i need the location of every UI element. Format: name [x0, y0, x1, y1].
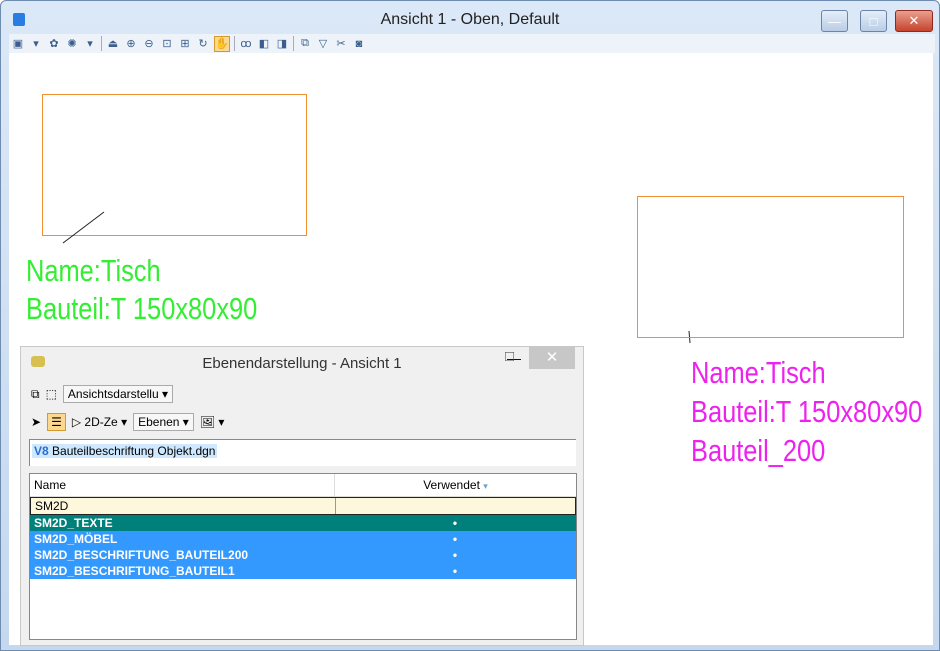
close-icon: ✕ [908, 13, 920, 28]
dialog-toolbar-row1: ⧉ ⬚ Ansichtsdarstellu ▾ [31, 385, 173, 403]
filter-dropdown[interactable]: Ebenen ▾ [133, 413, 194, 431]
view-attributes-icon[interactable]: ▣ [11, 37, 25, 51]
column-used[interactable]: Verwendet ▾ [335, 474, 576, 496]
level-name: SM2D_BESCHRIFTUNG_BAUTEIL1 [34, 564, 235, 578]
left-label-part: Bauteil:T 150x80x90 [26, 291, 258, 326]
levels-table: Name Verwendet ▾ SM2D SM2D_TEXTE • SM2D_M… [29, 473, 577, 640]
used-filter-input[interactable] [336, 498, 575, 514]
level-used: • [452, 532, 458, 546]
dropdown-icon[interactable]: ▾ [29, 37, 43, 51]
display-style-icon[interactable]: ✿ [47, 37, 61, 51]
table-row[interactable]: SM2D_BESCHRIFTUNG_BAUTEIL1 • [30, 563, 576, 579]
window-area-icon[interactable]: ⊡ [160, 37, 174, 51]
table-outline-right [637, 196, 904, 338]
view-display-value: Ansichtsdarstellu [67, 387, 159, 401]
level-used: • [452, 548, 458, 562]
dropdown-icon[interactable]: ▾ [83, 37, 97, 51]
right-label-part: Bauteil:T 150x80x90 [691, 394, 923, 429]
rotate-view-icon[interactable]: ↻ [196, 37, 210, 51]
filter-row[interactable]: SM2D [30, 497, 576, 515]
tree-view-icon[interactable]: ☰ [47, 413, 66, 431]
separator [234, 36, 235, 51]
dialog-maximize-button[interactable]: □ [505, 348, 514, 365]
clip-mask-icon[interactable]: ✂ [334, 37, 348, 51]
sort-icon: ▾ [483, 481, 488, 491]
dialog-close-button[interactable]: ✕ [529, 347, 575, 369]
window-title: Ansicht 1 - Oben, Default [380, 11, 560, 28]
maximize-button[interactable]: □ [860, 10, 887, 32]
select-view-icon[interactable]: ⬚ [46, 387, 57, 401]
view-toolbar: ▣ ▾ ✿ ✺ ▾ ⏏ ⊕ ⊖ ⊡ ⊞ ↻ ✋ ꝏ ◧ ◨ ⧉ ▽ ✂ ◙ [9, 34, 935, 53]
column-used-label: Verwendet [423, 478, 480, 492]
table-row[interactable]: SM2D_BESCHRIFTUNG_BAUTEIL200 • [30, 547, 576, 563]
view-group-icon[interactable]: ⧉ [31, 387, 40, 402]
walk-icon[interactable]: ꝏ [239, 37, 253, 51]
pan-hand-icon[interactable]: ✋ [214, 35, 230, 52]
select-levels-icon[interactable]: ➤ [31, 415, 41, 429]
copy-view-icon[interactable]: ⧉ [298, 37, 312, 51]
minimize-icon: — [828, 13, 841, 29]
level-used: • [452, 516, 458, 530]
mode-2d-dropdown[interactable]: ▷ 2D-Ze ▾ [72, 415, 127, 429]
right-label-part-number: Bauteil_200 [691, 433, 826, 468]
column-name[interactable]: Name [30, 474, 335, 496]
right-label-name: Name:Tisch [691, 355, 826, 390]
zoom-in-icon[interactable]: ⊕ [124, 37, 138, 51]
table-row[interactable]: SM2D_TEXTE • [30, 515, 576, 531]
lighting-icon[interactable]: ✺ [65, 37, 79, 51]
filter-value: Ebenen [138, 415, 180, 429]
separator [101, 36, 102, 51]
dialog-toolbar-row2: ➤ ☰ ▷ 2D-Ze ▾ Ebenen ▾ 🖼 ▾ [31, 413, 224, 431]
level-name: SM2D_MÖBEL [34, 532, 118, 546]
previous-view-icon[interactable]: ◧ [257, 37, 271, 51]
table-header: Name Verwendet ▾ [30, 474, 576, 497]
maximize-icon: □ [869, 13, 878, 29]
fit-view-icon[interactable]: ⊞ [178, 37, 192, 51]
dgn-file-icon: V8 [34, 444, 49, 458]
close-button[interactable]: ✕ [895, 10, 933, 32]
name-filter-input[interactable]: SM2D [31, 498, 336, 514]
level-display-dialog: Ebenendarstellung - Ansicht 1 — □ ✕ ⧉ ⬚ … [20, 346, 584, 646]
zoom-out-icon[interactable]: ⊖ [142, 37, 156, 51]
clip-volume-icon[interactable]: ▽ [316, 37, 330, 51]
display-settings-icon[interactable]: 🖼 ▾ [200, 415, 225, 429]
view-display-dropdown[interactable]: Ansichtsdarstellu ▾ [62, 385, 173, 403]
camera-icon[interactable]: ◙ [352, 37, 366, 51]
next-view-icon[interactable]: ◨ [275, 37, 289, 51]
update-view-icon[interactable]: ⏏ [106, 37, 120, 51]
level-used: • [452, 564, 458, 578]
table-row[interactable]: SM2D_MÖBEL • [30, 531, 576, 547]
separator [293, 36, 294, 51]
level-name: SM2D_TEXTE [34, 516, 113, 530]
file-name: Bauteilbeschriftung Objekt.dgn [52, 444, 216, 458]
file-tree: V8 Bauteilbeschriftung Objekt.dgn [29, 439, 576, 466]
mode-2d-value: 2D-Ze [84, 415, 118, 429]
level-name: SM2D_BESCHRIFTUNG_BAUTEIL200 [34, 548, 249, 562]
file-item[interactable]: V8 Bauteilbeschriftung Objekt.dgn [32, 444, 218, 458]
left-label-name: Name:Tisch [26, 253, 161, 288]
minimize-button[interactable]: — [821, 10, 848, 32]
dialog-title: Ebenendarstellung - Ansicht 1 [202, 355, 402, 372]
